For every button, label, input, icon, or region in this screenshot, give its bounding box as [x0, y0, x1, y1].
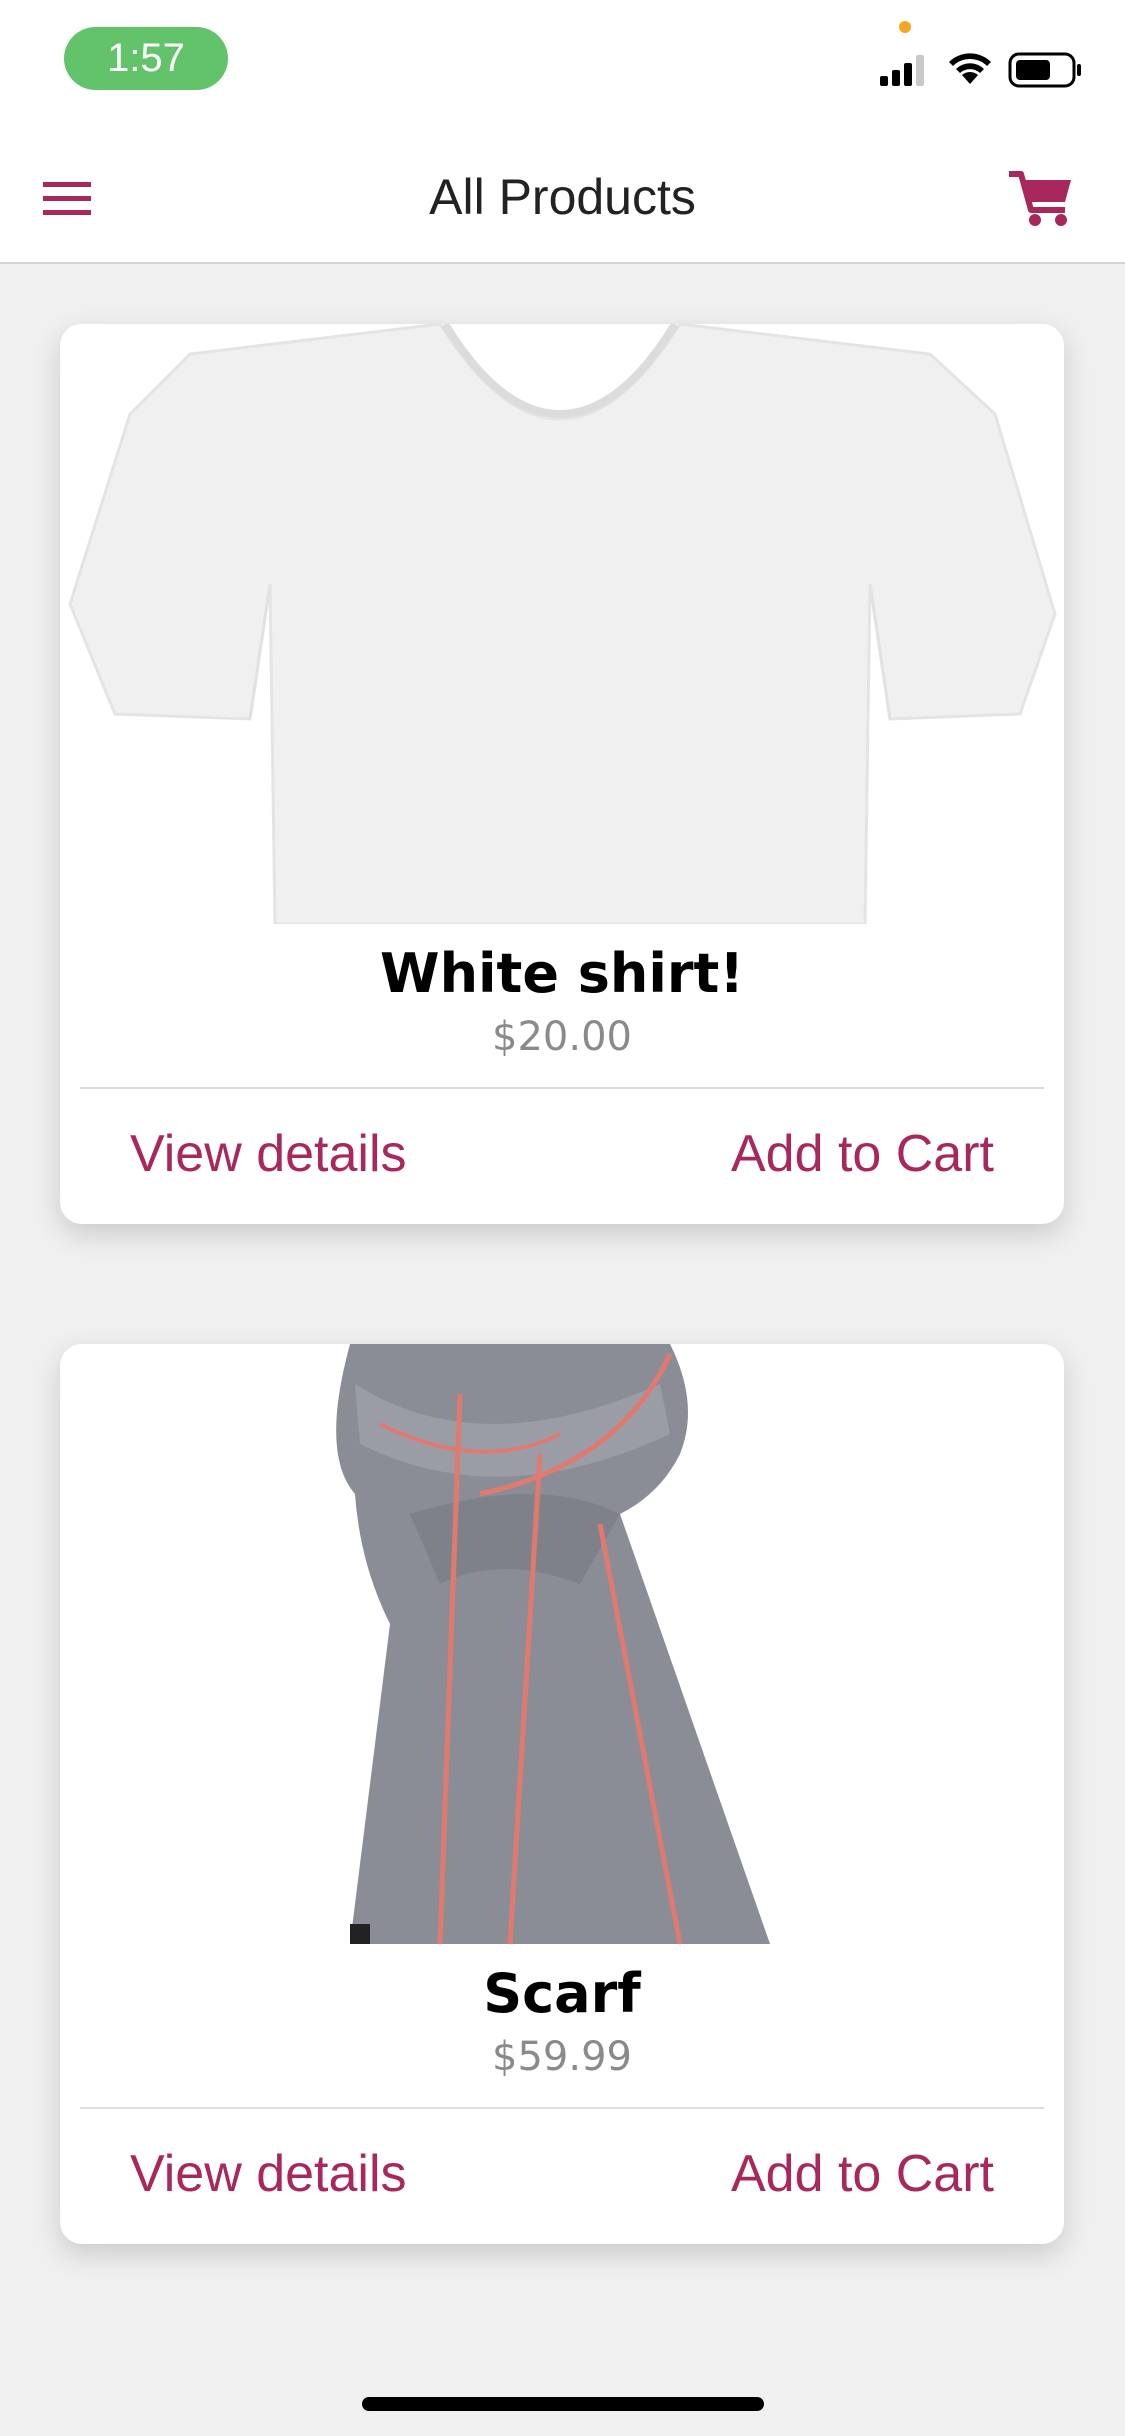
home-indicator[interactable]	[362, 2397, 764, 2411]
white-shirt-image	[60, 324, 1064, 924]
cart-button[interactable]	[1007, 164, 1075, 232]
card-divider	[80, 1087, 1044, 1089]
battery-icon	[1008, 52, 1081, 88]
status-bar: 1:57	[0, 0, 1125, 132]
page-title: All Products	[429, 169, 696, 225]
product-card: White shirt! $20.00 View details Add to …	[60, 324, 1064, 1224]
signal-icon	[880, 55, 924, 86]
product-card: Scarf $59.99 View details Add to Cart	[60, 1344, 1064, 2244]
add-to-cart-button[interactable]: Add to Cart	[731, 2134, 994, 2214]
status-time: 1:57	[64, 27, 228, 90]
add-to-cart-button[interactable]: Add to Cart	[731, 1114, 994, 1194]
scarf-image	[60, 1344, 1064, 1944]
card-divider	[80, 2107, 1044, 2109]
view-details-button[interactable]: View details	[130, 1114, 407, 1194]
wifi-icon	[949, 53, 991, 84]
product-name: Scarf	[483, 1962, 641, 2025]
privacy-indicator-dot	[899, 21, 911, 33]
view-details-button[interactable]: View details	[130, 2134, 407, 2214]
product-price: $59.99	[492, 2034, 632, 2080]
product-name: White shirt!	[380, 942, 744, 1005]
product-price: $20.00	[492, 1014, 632, 1060]
navigation-bar: All Products	[0, 132, 1125, 264]
cart-icon	[1009, 171, 1071, 226]
